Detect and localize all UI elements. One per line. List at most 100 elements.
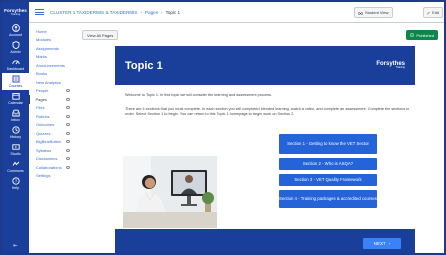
student-view-button[interactable]: Student View: [354, 7, 393, 18]
hidden-eye-icon: [66, 140, 70, 144]
hamburger-menu-icon[interactable]: [35, 9, 44, 15]
global-nav-studio[interactable]: Studio: [2, 141, 29, 158]
global-nav-history[interactable]: History: [2, 124, 29, 141]
brand-logo[interactable]: Forsythes Training: [2, 2, 29, 22]
breadcrumb-course[interactable]: CLUSTER 1 TAXIDERMIS & TAXIDERMIS: [50, 10, 137, 15]
global-nav-label: Calendar: [8, 101, 23, 105]
course-nav-label: People: [36, 88, 49, 94]
course-nav-label: Announcements: [36, 62, 65, 68]
course-nav-assignments[interactable]: Assignments: [29, 44, 75, 53]
history-icon: [11, 126, 20, 134]
section-3-button[interactable]: Section 3 - VET Quality Framework: [279, 174, 377, 186]
global-nav-account[interactable]: Account: [2, 22, 29, 39]
course-nav-label: Marks: [36, 54, 47, 60]
dashboard-icon: [11, 58, 20, 66]
account-icon: [11, 24, 20, 32]
student-view-label: Student View: [365, 10, 389, 15]
course-nav-label: Pages: [35, 96, 47, 102]
course-nav-label: BigBlueButton: [36, 139, 62, 145]
section-4-button[interactable]: Section 4 - Training packages & accredit…: [279, 190, 377, 208]
course-nav-label: Settings: [36, 173, 51, 179]
course-nav-label: Discussions: [36, 156, 58, 162]
hidden-eye-icon: [66, 97, 70, 101]
svg-text:?: ?: [14, 179, 17, 184]
course-nav-label: Home: [36, 28, 47, 34]
banner-logo: Forsythes Training: [376, 61, 405, 70]
section-2-button[interactable]: Section 2 - Who is ASQA?: [279, 158, 377, 170]
course-nav-new-analytics[interactable]: New Analytics: [29, 78, 75, 87]
course-nav-books[interactable]: Books: [29, 70, 75, 79]
course-nav-label: Collaborations: [36, 164, 62, 170]
breadcrumb-separator: ›: [161, 9, 163, 15]
course-nav-label: Files: [36, 105, 45, 111]
global-nav-inbox[interactable]: Inbox: [2, 107, 29, 124]
student-video-call-image: [123, 156, 217, 228]
course-nav-modules[interactable]: Modules: [29, 36, 75, 45]
global-nav-courses[interactable]: Courses: [2, 73, 29, 90]
course-nav-settings[interactable]: Settings: [29, 172, 75, 181]
next-label: NEXT: [373, 241, 386, 246]
breadcrumb-separator: ›: [140, 9, 142, 15]
course-nav-label: Outcomes: [36, 122, 55, 128]
global-nav-label: Dashboard: [6, 67, 25, 71]
global-nav-label: Commons: [7, 169, 24, 173]
hidden-eye-icon: [66, 165, 70, 169]
page-title: Topic 1: [125, 59, 163, 72]
hidden-eye-icon: [66, 89, 70, 93]
global-nav-label: Help: [11, 186, 20, 190]
course-nav-collaborations[interactable]: Collaborations: [29, 163, 75, 172]
global-nav-label: Inbox: [11, 118, 20, 122]
course-nav-announcements[interactable]: Announcements: [29, 61, 75, 70]
commons-icon: [12, 160, 20, 168]
studio-icon: [11, 143, 20, 151]
global-nav-commons[interactable]: Commons: [2, 158, 29, 175]
chevron-right-icon: ›: [388, 241, 391, 246]
global-nav-admin[interactable]: Admin: [2, 39, 29, 56]
course-nav-people[interactable]: People: [29, 87, 75, 96]
instructions-text: There are 4 sections that you must compl…: [125, 107, 410, 117]
course-nav-rubrics[interactable]: Rubrics: [29, 112, 75, 121]
global-nav: Forsythes Training Account Admin Dashboard…: [2, 2, 29, 253]
collapse-nav-icon[interactable]: ⇤: [2, 243, 29, 249]
course-nav-label: Assignments: [36, 45, 59, 51]
next-button[interactable]: NEXT ›: [363, 238, 401, 249]
view-all-pages-button[interactable]: View All Pages: [82, 30, 119, 40]
published-label: Published: [416, 32, 434, 38]
global-nav-dashboard[interactable]: Dashboard: [2, 56, 29, 73]
page-footer-banner: NEXT ›: [115, 229, 415, 253]
course-nav-label: New Analytics: [36, 79, 61, 85]
course-nav-marks[interactable]: Marks: [29, 53, 75, 62]
published-button[interactable]: Published: [406, 30, 438, 40]
edit-button[interactable]: Edit: [423, 7, 443, 18]
breadcrumb-pages[interactable]: Pages: [145, 10, 158, 15]
course-nav-home[interactable]: Home: [29, 27, 75, 36]
hidden-eye-icon: [66, 114, 70, 118]
global-nav-calendar[interactable]: Calendar: [2, 90, 29, 107]
inbox-icon: [11, 109, 20, 117]
check-circle-icon: [410, 33, 415, 37]
course-nav: Home Modules Assignments Marks Announcements…: [29, 23, 75, 253]
hidden-eye-icon: [66, 106, 70, 110]
banner-logo-sub: Training: [395, 66, 405, 70]
hidden-eye-icon: [66, 123, 70, 127]
glasses-icon: [358, 11, 363, 15]
course-nav-outcomes[interactable]: Outcomes: [29, 121, 75, 130]
app-window: Forsythes Training Account Admin Dashboard…: [2, 2, 444, 253]
section-1-button[interactable]: Section 1 - Getting to know the VET Sect…: [279, 134, 377, 154]
global-nav-label: Studio: [10, 152, 21, 156]
course-nav-label: Rubrics: [36, 113, 50, 119]
breadcrumb-current: Topic 1: [165, 9, 181, 15]
breadcrumb: CLUSTER 1 TAXIDERMIS & TAXIDERMIS › Page…: [50, 10, 180, 15]
global-nav-label: Account: [9, 33, 22, 37]
courses-icon: [12, 75, 20, 83]
calendar-icon: [11, 92, 20, 100]
edit-label: Edit: [432, 10, 439, 15]
pencil-icon: [427, 11, 430, 14]
course-nav-syllabus[interactable]: Syllabus: [29, 146, 75, 155]
course-nav-discussions[interactable]: Discussions: [29, 155, 75, 164]
course-nav-quizzes[interactable]: Quizzes: [29, 129, 75, 138]
global-nav-help[interactable]: ? Help: [2, 175, 29, 192]
course-nav-pages[interactable]: Pages: [29, 95, 75, 104]
course-nav-bigbluebutton[interactable]: BigBlueButton: [29, 138, 75, 147]
course-nav-files[interactable]: Files: [29, 104, 75, 113]
